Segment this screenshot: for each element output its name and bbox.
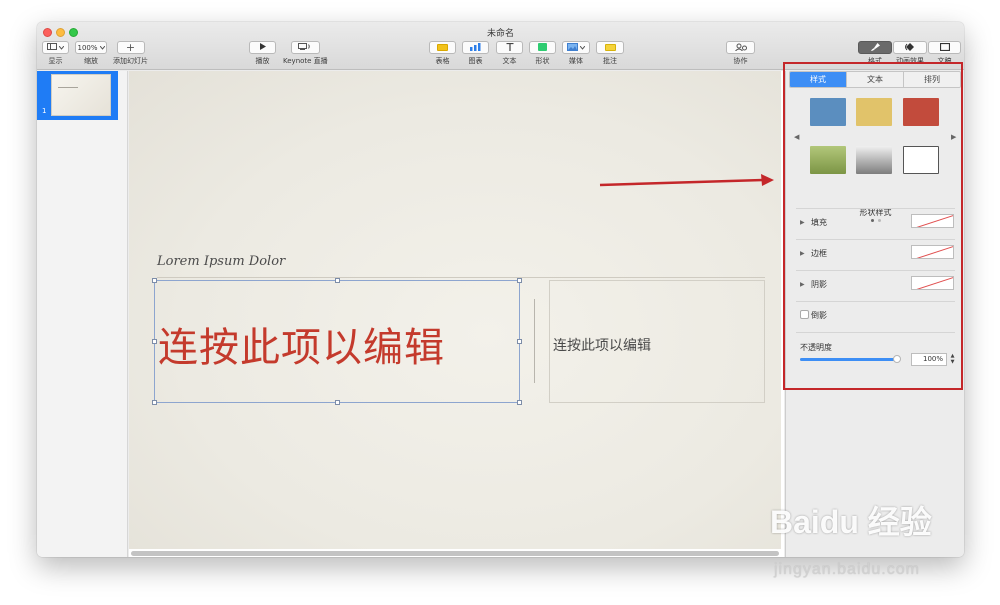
chevron-down-icon bbox=[99, 44, 105, 52]
view-button[interactable]: 显示 bbox=[42, 41, 69, 66]
slide-canvas: Lorem Ipsum Dolor 连按此项以编辑 连按此项以编辑 bbox=[129, 71, 784, 557]
play-control[interactable] bbox=[249, 41, 276, 54]
view-menu-control[interactable] bbox=[42, 41, 69, 54]
zoom-label: 缩放 bbox=[84, 57, 98, 65]
table-button[interactable]: 表格 bbox=[429, 41, 456, 66]
media-button[interactable]: 媒体 bbox=[562, 41, 590, 66]
window-title: 未命名 bbox=[486, 29, 514, 39]
slide-thumbnail-selected[interactable]: 1 bbox=[37, 71, 118, 120]
resize-handle[interactable] bbox=[152, 278, 157, 283]
resize-handle[interactable] bbox=[152, 400, 157, 405]
main-text-box[interactable]: 连按此项以编辑 bbox=[152, 278, 522, 405]
shape-button[interactable]: 形状 bbox=[529, 41, 556, 66]
document-icon bbox=[939, 42, 950, 53]
watermark: Baidu 经验 jingyan.baidu.com bbox=[766, 493, 966, 583]
thumbnail-title-line bbox=[58, 87, 78, 88]
resize-handle[interactable] bbox=[335, 400, 340, 405]
side-text-box[interactable]: 连按此项以编辑 bbox=[549, 280, 765, 403]
comment-control[interactable] bbox=[596, 41, 624, 54]
table-label: 表格 bbox=[435, 57, 450, 65]
chart-icon bbox=[470, 42, 481, 53]
collaborate-icon bbox=[734, 43, 747, 53]
chevron-down-icon bbox=[579, 44, 586, 52]
zoom-select[interactable]: 100% bbox=[75, 41, 107, 54]
text-control[interactable] bbox=[496, 41, 523, 54]
collaborate-button[interactable]: 协作 bbox=[726, 41, 755, 66]
comment-label: 批注 bbox=[603, 57, 617, 65]
comment-icon bbox=[604, 44, 616, 51]
comment-button[interactable]: 批注 bbox=[596, 41, 624, 66]
media-control[interactable] bbox=[562, 41, 590, 54]
chart-button[interactable]: 图表 bbox=[462, 41, 489, 66]
animate-icon bbox=[903, 42, 916, 53]
vertical-separator bbox=[534, 299, 535, 383]
annotation-arrow-icon bbox=[599, 174, 774, 187]
view-label: 显示 bbox=[48, 57, 63, 65]
collaborate-label: 协作 bbox=[733, 57, 748, 65]
chart-control[interactable] bbox=[462, 41, 489, 54]
annotation-highlight-box bbox=[783, 62, 963, 390]
play-label: 播放 bbox=[255, 57, 270, 65]
play-icon bbox=[259, 43, 266, 52]
zoom-value: 100% bbox=[77, 43, 98, 52]
title-divider bbox=[157, 277, 765, 278]
shape-icon bbox=[538, 42, 547, 53]
slide[interactable]: Lorem Ipsum Dolor 连按此项以编辑 连按此项以编辑 bbox=[129, 71, 781, 549]
add-slide-button[interactable]: + 添加幻灯片 bbox=[113, 41, 148, 66]
text-button[interactable]: 文本 bbox=[496, 41, 523, 66]
resize-handle[interactable] bbox=[517, 400, 522, 405]
chevron-down-icon bbox=[58, 44, 65, 52]
watermark-url: jingyan.baidu.com bbox=[774, 561, 920, 578]
resize-handle[interactable] bbox=[517, 278, 522, 283]
format-control[interactable] bbox=[858, 41, 892, 54]
paintbrush-icon bbox=[870, 42, 880, 53]
slide-navigator: 1 bbox=[37, 71, 128, 557]
watermark-logo: Baidu 经验 bbox=[770, 504, 932, 540]
chart-label: 图表 bbox=[468, 57, 483, 65]
resize-handle[interactable] bbox=[517, 339, 522, 344]
keynote-live-icon bbox=[298, 43, 312, 52]
animate-control[interactable] bbox=[893, 41, 927, 54]
add-slide-label: 添加幻灯片 bbox=[113, 57, 148, 65]
keynote-live-button[interactable]: Keynote 直播 bbox=[283, 41, 328, 66]
horizontal-scrollbar[interactable] bbox=[131, 551, 779, 556]
keynote-live-control[interactable] bbox=[290, 41, 320, 54]
resize-handle[interactable] bbox=[335, 278, 340, 283]
shape-control[interactable] bbox=[529, 41, 556, 54]
slide-title-text[interactable]: Lorem Ipsum Dolor bbox=[157, 254, 285, 269]
text-label: 文本 bbox=[502, 57, 517, 65]
sidebar-icon bbox=[47, 43, 57, 52]
main-text-placeholder[interactable]: 连按此项以编辑 bbox=[158, 315, 445, 373]
table-control[interactable] bbox=[429, 41, 456, 54]
text-icon bbox=[506, 42, 514, 53]
document-control[interactable] bbox=[928, 41, 961, 54]
plus-icon: + bbox=[125, 41, 136, 54]
keynote-live-label: Keynote 直播 bbox=[283, 57, 328, 65]
table-icon bbox=[437, 44, 448, 51]
collaborate-control[interactable] bbox=[726, 41, 755, 54]
zoom-button[interactable]: 100% 缩放 bbox=[75, 41, 107, 66]
play-button[interactable]: 播放 bbox=[249, 41, 276, 66]
slide-thumbnail-image[interactable] bbox=[51, 74, 111, 116]
photo-icon bbox=[567, 42, 578, 53]
shape-label: 形状 bbox=[535, 57, 550, 65]
media-label: 媒体 bbox=[569, 57, 583, 65]
resize-handle[interactable] bbox=[152, 339, 157, 344]
side-text-placeholder[interactable]: 连按此项以编辑 bbox=[553, 335, 651, 355]
add-slide-control[interactable]: + bbox=[116, 41, 145, 54]
slide-number: 1 bbox=[42, 107, 47, 115]
